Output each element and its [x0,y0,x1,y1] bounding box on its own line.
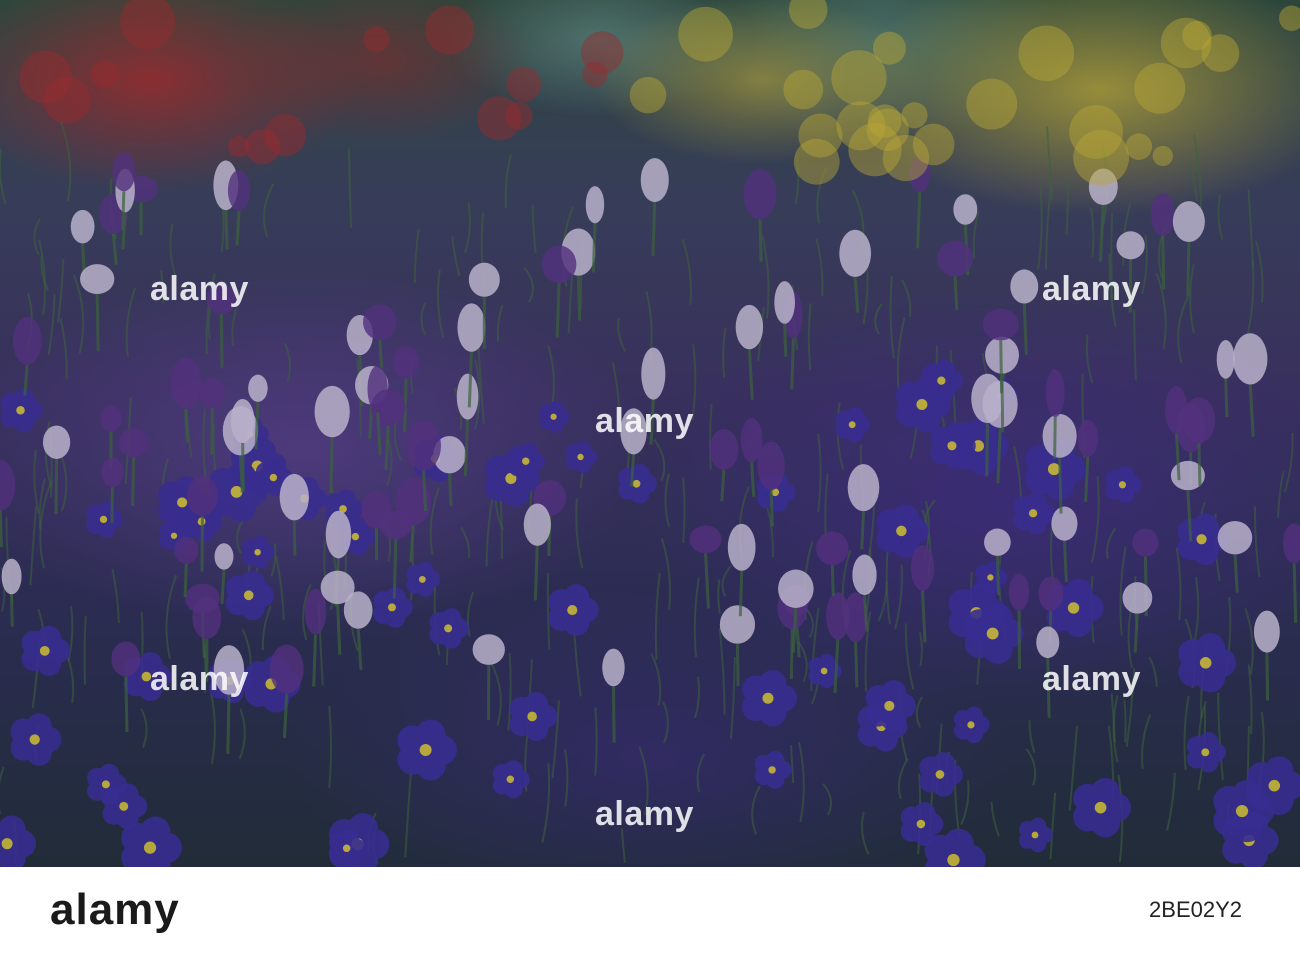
watermark: alamy [150,270,249,308]
watermark: alamy [150,660,249,698]
watermark: alamy [595,402,694,440]
watermark: alamy [595,795,694,833]
stock-photo: alamy alamy alamy alamy alamy alamy [0,0,1300,867]
alamy-logo[interactable]: alamy [50,885,180,935]
image-id: 2BE02Y2 [1149,897,1242,922]
footer-bar: alamy 2BE02Y2 [0,867,1300,956]
watermark: alamy [1042,660,1141,698]
watermark: alamy [1042,270,1141,308]
